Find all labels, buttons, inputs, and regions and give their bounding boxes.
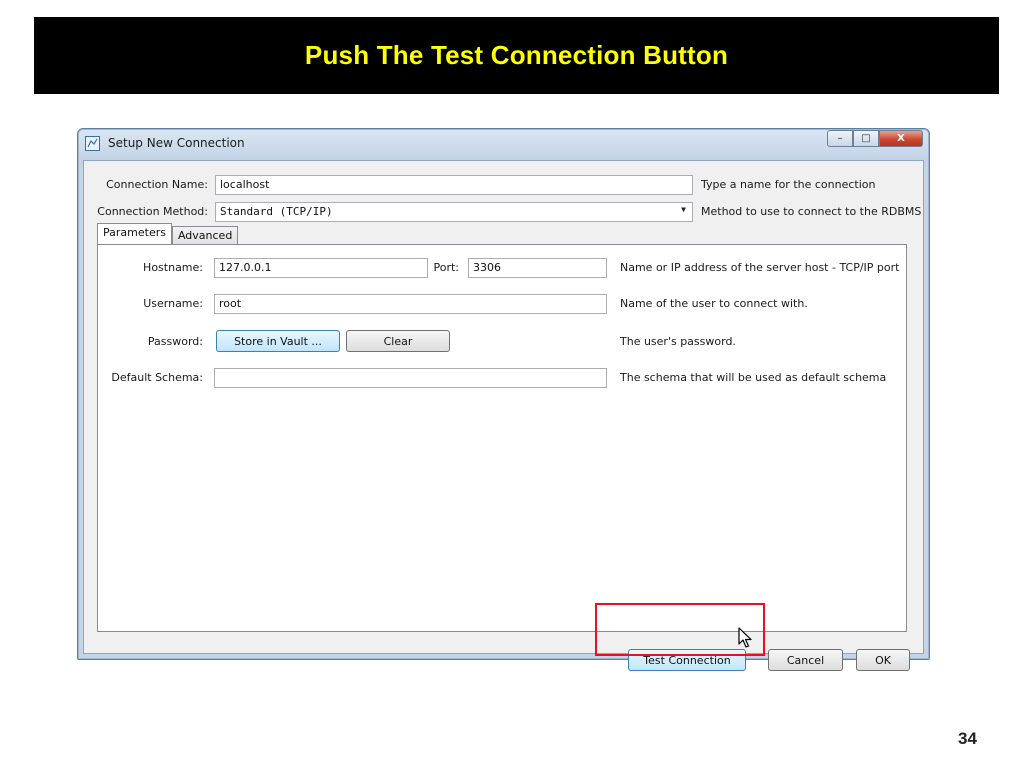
minimize-icon[interactable]: –	[827, 130, 853, 147]
username-input[interactable]: root	[214, 294, 607, 314]
username-hint: Name of the user to connect with.	[620, 297, 808, 310]
slide-title: Push The Test Connection Button	[304, 40, 729, 70]
password-label: Password:	[147, 335, 203, 348]
store-in-vault-button[interactable]: Store in Vault ...	[216, 330, 340, 352]
slide-title-bar: Push The Test Connection Button	[34, 17, 999, 94]
cancel-button[interactable]: Cancel	[768, 649, 843, 671]
dialog-client-area: Connection Name: localhost Type a name f…	[83, 160, 924, 671]
close-icon[interactable]: X	[879, 130, 923, 147]
connection-method-hint: Method to use to connect to the RDBMS	[701, 205, 922, 218]
connection-method-label: Connection Method:	[97, 205, 208, 218]
connection-name-input[interactable]: localhost	[215, 175, 693, 195]
default-schema-hint: The schema that will be used as default …	[620, 371, 887, 384]
mouse-pointer-icon	[738, 627, 752, 653]
window-controls: – □ X	[827, 130, 923, 147]
connection-name-label: Connection Name:	[106, 178, 208, 191]
hostname-input[interactable]: 127.0.0.1	[214, 258, 428, 278]
slide-page-number: 34	[958, 729, 977, 748]
username-label: Username:	[143, 297, 203, 310]
tab-strip: Parameters Advanced	[97, 223, 239, 244]
connection-method-value: Standard (TCP/IP)	[220, 205, 333, 218]
connection-name-hint: Type a name for the connection	[701, 178, 876, 191]
window-titlebar[interactable]: Setup New Connection – □ X	[78, 129, 929, 159]
parameters-panel: Hostname: 127.0.0.1 Port: 3306 Name or I…	[97, 244, 907, 632]
hostname-hint: Name or IP address of the server host - …	[620, 261, 900, 274]
ok-button[interactable]: OK	[856, 649, 910, 671]
tab-advanced[interactable]: Advanced	[171, 226, 239, 244]
default-schema-input[interactable]	[214, 368, 607, 388]
connection-method-select[interactable]: Standard (TCP/IP) ▼	[215, 202, 693, 222]
connection-app-icon	[85, 136, 100, 151]
tab-parameters[interactable]: Parameters	[97, 223, 172, 244]
port-input[interactable]: 3306	[468, 258, 607, 278]
maximize-icon[interactable]: □	[853, 130, 879, 147]
port-label: Port:	[433, 261, 459, 274]
window-title: Setup New Connection	[108, 136, 245, 150]
hostname-label: Hostname:	[143, 261, 203, 274]
setup-connection-window: Setup New Connection – □ X Connection Na…	[77, 128, 930, 671]
dropdown-arrow-icon[interactable]: ▼	[681, 205, 686, 214]
clear-password-button[interactable]: Clear	[346, 330, 450, 352]
password-hint: The user's password.	[620, 335, 736, 348]
default-schema-label: Default Schema:	[111, 371, 203, 384]
